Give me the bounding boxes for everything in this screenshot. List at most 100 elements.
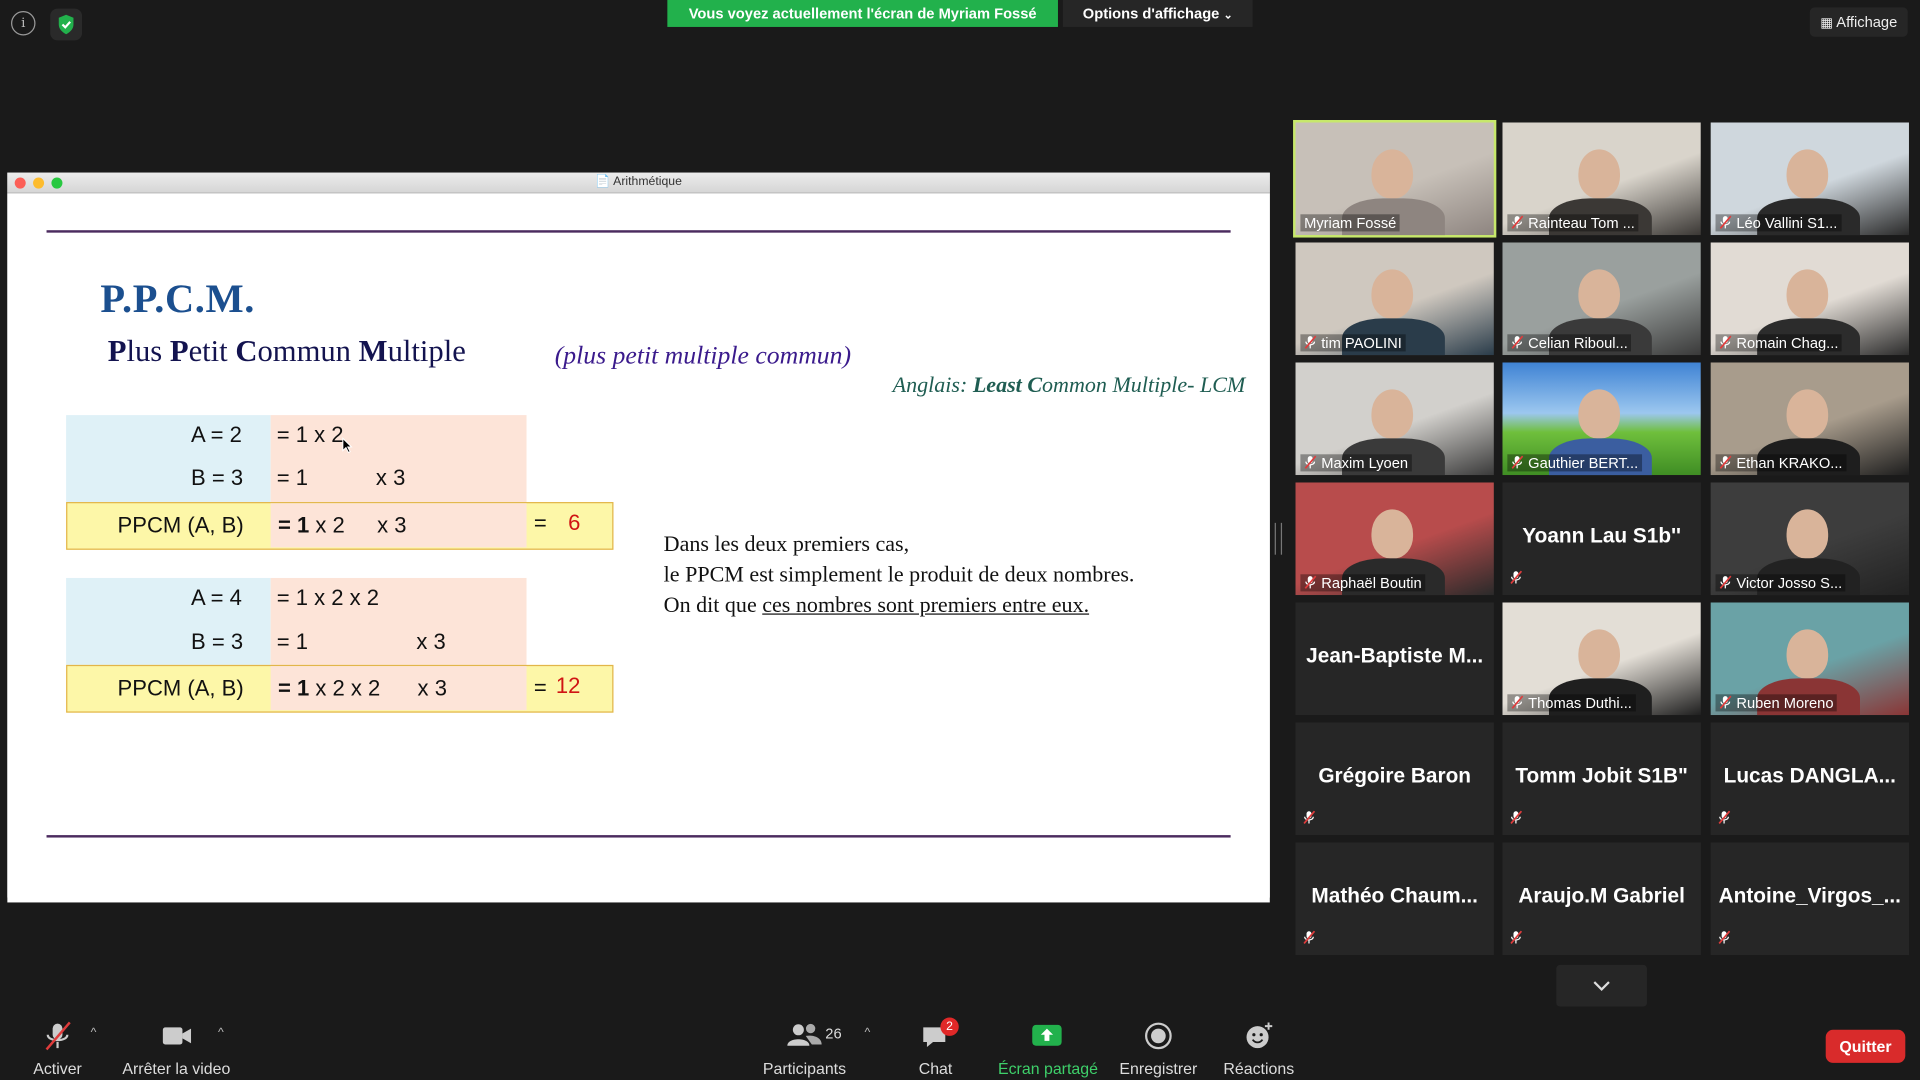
- participant-tile[interactable]: Araujo.M Gabriel: [1502, 842, 1701, 956]
- participant-name: Romain Chag...: [1715, 334, 1843, 352]
- participant-name: tim PAOLINI: [1300, 334, 1406, 352]
- word-ultiple: ultiple: [387, 335, 466, 369]
- participant-name: Lucas DANGLA...: [1723, 764, 1896, 788]
- table1-b-decomp-1: = 1: [276, 465, 308, 490]
- participant-tile[interactable]: Jean-Baptiste M...: [1295, 602, 1494, 716]
- unmute-button[interactable]: Activer: [21, 1019, 94, 1078]
- participant-tile[interactable]: Raphaël Boutin: [1295, 482, 1494, 596]
- participant-face: [1371, 269, 1414, 319]
- record-button[interactable]: Enregistrer: [1119, 1019, 1197, 1078]
- participants-icon: [787, 1023, 822, 1046]
- participant-tile[interactable]: Thomas Duthi...: [1502, 602, 1701, 716]
- table1-a-decomp: = 1 x 2: [276, 422, 344, 447]
- participant-name: Victor Josso S...: [1715, 574, 1846, 592]
- participant-tile[interactable]: Maxim Lyoen: [1295, 362, 1494, 476]
- document-icon: 📄: [595, 175, 611, 189]
- chat-button[interactable]: 2 Chat: [911, 1017, 960, 1078]
- participant-face: [1578, 629, 1621, 679]
- english-prefix: Anglais:: [892, 372, 973, 397]
- participant-name-text: Myriam Fossé: [1304, 214, 1397, 232]
- participant-name-text: Raphaël Boutin: [1321, 574, 1422, 592]
- table2-a-label: A = 4: [191, 585, 242, 610]
- audio-options-caret-icon[interactable]: ^: [91, 1026, 97, 1039]
- info-icon[interactable]: i: [11, 11, 36, 36]
- participants-count: 26: [825, 1024, 842, 1043]
- letter-c: C: [235, 335, 258, 369]
- explanation-text: Dans les deux premiers cas, le PPCM est …: [664, 529, 1135, 621]
- chat-badge: 2: [940, 1017, 959, 1036]
- participant-tile[interactable]: Yoann Lau S1b'': [1502, 482, 1701, 596]
- view-options-dropdown[interactable]: Options d'affichage ⌄: [1062, 0, 1253, 27]
- participant-name-text: tim PAOLINI: [1321, 334, 1402, 352]
- participant-tile[interactable]: Ethan KRAKO...: [1710, 362, 1909, 476]
- reactions-label: Réactions: [1223, 1059, 1295, 1078]
- table2-ppcm-row: PPCM (A, B) = 1 x 2 x 2 x 3 = 12: [66, 664, 614, 713]
- letter-p: P: [107, 335, 127, 369]
- window-title: 📄 Arithmétique: [7, 173, 1269, 193]
- participants-caret-icon[interactable]: ^: [864, 1026, 870, 1039]
- participant-name-text: Celian Riboul...: [1528, 334, 1628, 352]
- slide-heading: P.P.C.M.: [100, 277, 256, 323]
- participant-tile[interactable]: Victor Josso S...: [1710, 482, 1909, 596]
- share-screen-button[interactable]: Écran partagé: [998, 1019, 1098, 1078]
- microphone-muted-icon: [1303, 807, 1320, 829]
- participant-tile[interactable]: Mathéo Chaum...: [1295, 842, 1494, 956]
- leave-meeting-button[interactable]: Quitter: [1825, 1029, 1906, 1063]
- participant-name-text: Gauthier BERT...: [1528, 454, 1639, 472]
- participant-name-text: Léo Vallini S1...: [1736, 214, 1838, 232]
- table1-b-decomp-2: x 3: [375, 465, 406, 490]
- participant-tile[interactable]: Lucas DANGLA...: [1710, 722, 1909, 836]
- record-label: Enregistrer: [1119, 1059, 1198, 1078]
- table2-ppcm-label: PPCM (A, B): [117, 675, 244, 701]
- table1-ppcm-row: PPCM (A, B) = 1 x 2 x 3 = 6: [66, 502, 614, 550]
- stop-video-button[interactable]: Arrêter la video: [121, 1019, 231, 1078]
- participant-name: Maxim Lyoen: [1300, 454, 1412, 472]
- security-shield-icon[interactable]: [50, 8, 83, 41]
- table1-b-label: B = 3: [191, 465, 244, 490]
- participant-name: Léo Vallini S1...: [1715, 214, 1842, 232]
- participant-tile[interactable]: Rainteau Tom ...: [1502, 122, 1701, 236]
- participant-name: Raphaël Boutin: [1300, 574, 1426, 592]
- participants-button[interactable]: 26 Participants: [762, 1019, 848, 1078]
- participant-tile[interactable]: Antoine_Virgos_...: [1710, 842, 1909, 956]
- panel-resize-handle[interactable]: [1274, 522, 1283, 555]
- chevron-down-icon: [1593, 981, 1610, 991]
- microphone-muted-icon: [1510, 927, 1527, 949]
- letter-p2: P: [169, 335, 189, 369]
- participant-name: Grégoire Baron: [1318, 764, 1472, 788]
- participant-tile[interactable]: Léo Vallini S1...: [1710, 122, 1909, 236]
- english-least: Least: [972, 372, 1022, 397]
- share-screen-icon: [1032, 1024, 1062, 1046]
- slide-paren-note: (plus petit multiple commun): [554, 340, 852, 370]
- participant-name: Ruben Moreno: [1715, 694, 1838, 712]
- participants-label: Participants: [762, 1059, 847, 1078]
- english-c: C: [1021, 372, 1043, 397]
- participant-name-text: Romain Chag...: [1736, 334, 1839, 352]
- video-camera-icon: [162, 1027, 192, 1045]
- letter-m: M: [358, 335, 388, 369]
- participant-name: Rainteau Tom ...: [1507, 214, 1639, 232]
- word-etit: etit: [188, 335, 236, 369]
- participant-tile[interactable]: Celian Riboul...: [1502, 242, 1701, 356]
- table2-ppcm-one: = 1: [277, 675, 310, 701]
- participant-name-text: Rainteau Tom ...: [1528, 214, 1635, 232]
- slide-bottom-rule: [46, 835, 1231, 838]
- record-icon: [1145, 1022, 1172, 1050]
- participant-face: [1786, 149, 1829, 199]
- mouse-cursor-icon: [342, 437, 353, 459]
- view-layout-button[interactable]: ▦ Affichage: [1809, 7, 1908, 37]
- participant-tile[interactable]: Ruben Moreno: [1710, 602, 1909, 716]
- participant-tile[interactable]: Grégoire Baron: [1295, 722, 1494, 836]
- participant-name: Myriam Fossé: [1300, 214, 1401, 232]
- participant-tile[interactable]: Tomm Jobit S1B": [1502, 722, 1701, 836]
- participant-tile[interactable]: tim PAOLINI: [1295, 242, 1494, 356]
- table1-result: 6: [568, 510, 581, 536]
- participant-tile[interactable]: Gauthier BERT...: [1502, 362, 1701, 476]
- video-options-caret-icon[interactable]: ^: [218, 1026, 224, 1039]
- participant-tile[interactable]: Myriam Fossé: [1293, 120, 1497, 238]
- participant-tile[interactable]: Romain Chag...: [1710, 242, 1909, 356]
- reactions-button[interactable]: Réactions: [1222, 1019, 1295, 1078]
- gallery-scroll-down-button[interactable]: [1556, 964, 1647, 1007]
- table2-eq: =: [533, 674, 547, 700]
- chat-label: Chat: [918, 1059, 953, 1078]
